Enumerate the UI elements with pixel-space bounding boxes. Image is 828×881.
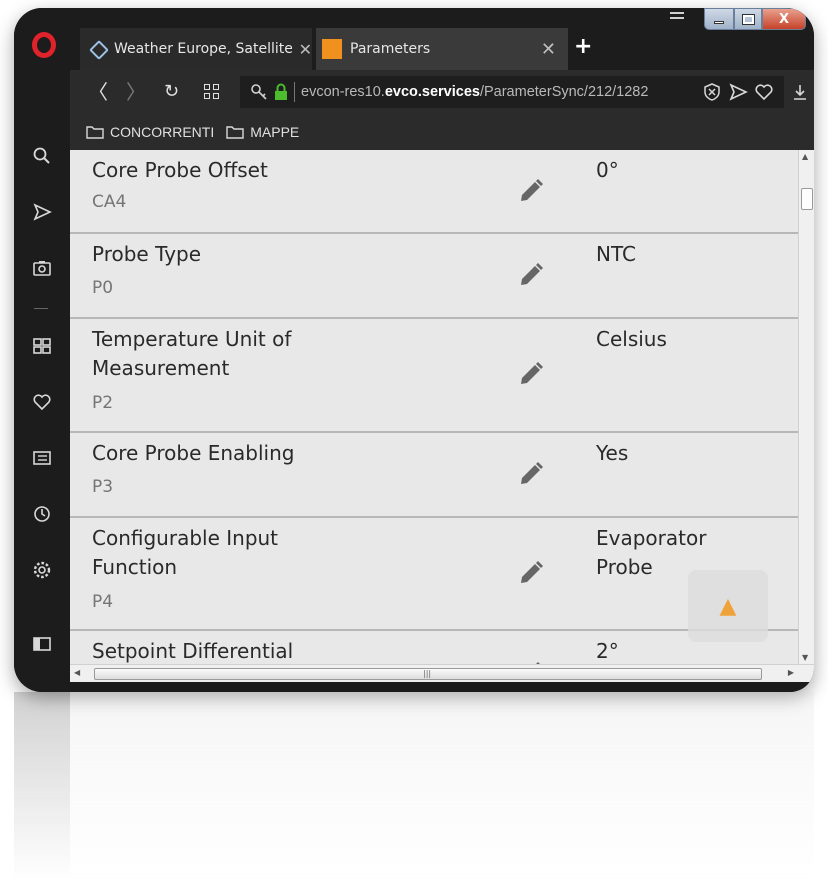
scroll-down-arrow-icon[interactable]: ▼ bbox=[802, 653, 808, 662]
parameters-list: Core Probe Offset CA4 0° Probe Type P0 N… bbox=[70, 150, 814, 664]
triangle-up-icon: ▲ bbox=[719, 593, 737, 619]
parameter-name: Core Probe Enabling bbox=[92, 441, 295, 465]
opera-menu-icon[interactable] bbox=[32, 32, 56, 58]
parameter-row[interactable]: Probe Type P0 NTC bbox=[70, 234, 798, 319]
pencil-icon[interactable] bbox=[516, 176, 546, 206]
adblock-shield-icon[interactable] bbox=[702, 82, 722, 102]
heart-icon[interactable] bbox=[30, 390, 54, 414]
scroll-up-arrow-icon[interactable]: ▲ bbox=[802, 152, 808, 161]
close-tab-icon[interactable]: ✕ bbox=[541, 39, 556, 60]
scroll-right-arrow-icon[interactable]: ▶ bbox=[788, 668, 794, 677]
pencil-icon[interactable] bbox=[516, 260, 546, 290]
grip-icon: ||| bbox=[423, 669, 432, 678]
tab-menu-icon[interactable] bbox=[670, 12, 684, 24]
download-icon[interactable] bbox=[790, 82, 810, 102]
tab-title: Parameters bbox=[350, 41, 431, 57]
window-reflection bbox=[14, 692, 814, 881]
lock-icon bbox=[275, 83, 287, 100]
minimize-button[interactable] bbox=[704, 8, 734, 30]
settings-icon[interactable] bbox=[30, 558, 54, 582]
tab-strip: Weather Europe, Satellite \ ✕ Parameters… bbox=[14, 8, 814, 70]
search-icon[interactable] bbox=[30, 144, 54, 168]
vertical-scroll-thumb[interactable] bbox=[801, 188, 813, 210]
scroll-left-arrow-icon[interactable]: ◀ bbox=[74, 668, 80, 677]
parameter-value: 0° bbox=[596, 158, 619, 182]
satellite-icon bbox=[90, 41, 108, 57]
orange-square-icon bbox=[322, 39, 342, 59]
maximize-button[interactable] bbox=[734, 8, 762, 30]
speed-dial-icon[interactable] bbox=[204, 84, 220, 100]
bookmark-concorrenti[interactable]: CONCORRENTI bbox=[86, 124, 214, 140]
parameter-code: P4 bbox=[92, 592, 114, 612]
parameter-code: CA4 bbox=[92, 192, 127, 212]
parameter-name: Temperature Unit of Measurement bbox=[92, 327, 292, 380]
browser-window: Weather Europe, Satellite \ ✕ Parameters… bbox=[14, 8, 814, 692]
pencil-icon[interactable] bbox=[516, 459, 546, 489]
history-icon[interactable] bbox=[30, 502, 54, 526]
parameter-code: P2 bbox=[92, 393, 114, 413]
tab-title: Weather Europe, Satellite \ bbox=[114, 41, 292, 57]
close-tab-icon[interactable]: ✕ bbox=[299, 40, 312, 59]
url-text[interactable]: evcon-res10.evco.services/ParameterSync/… bbox=[301, 84, 673, 100]
bookmark-label: CONCORRENTI bbox=[110, 124, 215, 140]
parameter-row[interactable]: Core Probe Enabling P3 Yes bbox=[70, 433, 798, 518]
parameter-name: Probe Type bbox=[92, 242, 202, 266]
news-icon[interactable] bbox=[30, 446, 54, 470]
parameter-value: Celsius bbox=[596, 327, 667, 351]
pencil-icon[interactable] bbox=[516, 359, 546, 389]
reload-icon[interactable]: ↻ bbox=[164, 80, 179, 104]
close-window-button[interactable]: X bbox=[762, 8, 806, 30]
navigation-bar: 〈 〉 ↻ evcon-res10.evco.services/Paramete… bbox=[70, 70, 814, 114]
camera-icon[interactable] bbox=[30, 256, 54, 280]
tab-parameters[interactable]: Parameters ✕ bbox=[316, 28, 568, 70]
parameter-name: Core Probe Offset bbox=[92, 158, 268, 182]
tab-weather[interactable]: Weather Europe, Satellite \ ✕ bbox=[80, 28, 312, 70]
send-icon[interactable] bbox=[30, 200, 54, 224]
pencil-icon[interactable] bbox=[516, 558, 546, 588]
speed-dial-icon[interactable] bbox=[30, 334, 54, 358]
sidebar-toggle-icon[interactable] bbox=[30, 632, 54, 656]
url-divider bbox=[294, 82, 295, 102]
vertical-scrollbar[interactable]: ▲ ▼ bbox=[798, 150, 814, 664]
url-actions bbox=[702, 82, 774, 102]
forward-icon[interactable]: 〉 bbox=[126, 80, 146, 104]
key-icon bbox=[251, 84, 267, 100]
folder-icon bbox=[86, 126, 104, 139]
bookmark-heart-icon[interactable] bbox=[754, 82, 774, 102]
send-page-icon[interactable] bbox=[728, 82, 748, 102]
new-tab-button[interactable]: + bbox=[574, 34, 592, 59]
parameter-name: Configurable Input Function bbox=[92, 526, 279, 579]
reflection-image bbox=[14, 692, 814, 881]
reflection-content bbox=[70, 692, 814, 881]
parameter-value: NTC bbox=[596, 242, 636, 266]
bookmark-mappe[interactable]: MAPPE bbox=[226, 124, 299, 140]
parameter-name: Setpoint Differential bbox=[92, 639, 294, 663]
parameter-code: P3 bbox=[92, 477, 114, 497]
bookmarks-bar: CONCORRENTI MAPPE bbox=[70, 114, 814, 150]
bookmark-label: MAPPE bbox=[250, 124, 300, 140]
parameter-row[interactable]: Core Probe Offset CA4 0° bbox=[70, 150, 798, 234]
horizontal-scroll-thumb[interactable]: ||| bbox=[94, 668, 762, 680]
parameter-row[interactable]: Temperature Unit of Measurement P2 Celsi… bbox=[70, 319, 798, 433]
parameter-value: Yes bbox=[596, 441, 629, 465]
address-bar[interactable]: evcon-res10.evco.services/ParameterSync/… bbox=[240, 76, 784, 108]
sidebar-divider bbox=[34, 308, 48, 309]
sidebar bbox=[14, 70, 70, 692]
reflection-sidebar bbox=[14, 692, 70, 881]
parameter-code: P0 bbox=[92, 278, 114, 298]
url-domain: evco.services bbox=[384, 84, 480, 100]
window-bottom-edge bbox=[70, 682, 814, 692]
scroll-to-top-button[interactable]: ▲ bbox=[688, 570, 768, 642]
back-icon[interactable]: 〈 bbox=[88, 80, 108, 104]
folder-icon bbox=[226, 126, 244, 139]
window-controls: X bbox=[704, 8, 814, 30]
horizontal-scrollbar[interactable]: ◀ ||| ▶ bbox=[70, 664, 814, 682]
